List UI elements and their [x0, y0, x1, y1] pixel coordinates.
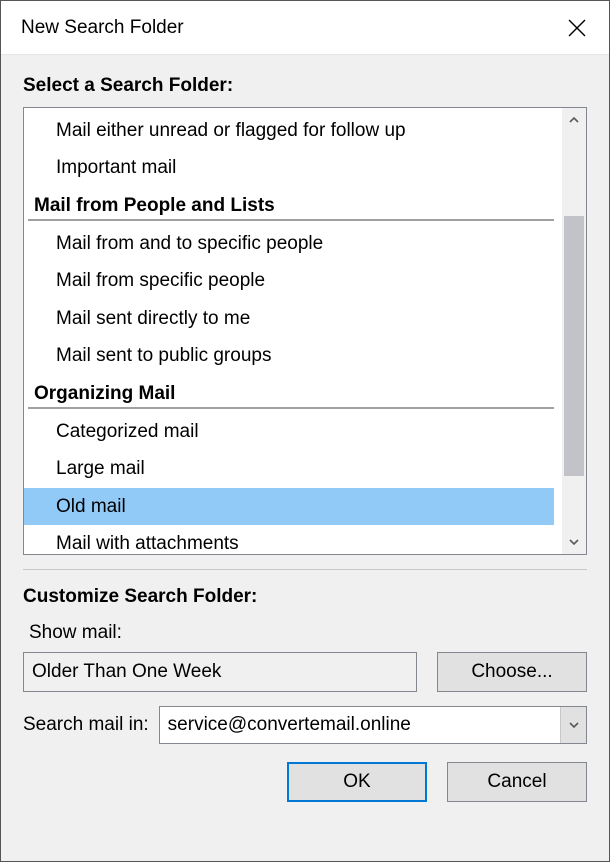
- dialog-button-row: OK Cancel: [23, 762, 587, 802]
- chevron-down-icon: [568, 719, 580, 731]
- show-mail-text: Older Than One Week: [32, 661, 221, 683]
- list-item[interactable]: Mail from specific people: [24, 262, 554, 299]
- show-mail-value: Older Than One Week: [23, 652, 417, 692]
- combo-dropdown-button[interactable]: [560, 707, 586, 743]
- separator: [23, 569, 587, 570]
- chevron-up-icon: [568, 114, 580, 126]
- cancel-button[interactable]: Cancel: [447, 762, 587, 802]
- folder-listbox: Mail either unread or flagged for follow…: [23, 107, 587, 555]
- list-category-header: Organizing Mail: [28, 381, 554, 409]
- cancel-button-label: Cancel: [487, 771, 546, 793]
- scrollbar[interactable]: [562, 108, 586, 554]
- scroll-down-button[interactable]: [562, 530, 586, 554]
- scrollbar-track[interactable]: [562, 132, 586, 530]
- list-item[interactable]: Mail with attachments: [24, 525, 554, 554]
- chevron-down-icon: [568, 536, 580, 548]
- search-in-value: service@convertemail.online: [160, 714, 560, 736]
- show-mail-row: Older Than One Week Choose...: [23, 652, 587, 692]
- search-in-row: Search mail in: service@convertemail.onl…: [23, 706, 587, 744]
- list-item[interactable]: Mail from and to specific people: [24, 225, 554, 262]
- list-item[interactable]: Mail sent to public groups: [24, 337, 554, 374]
- close-button[interactable]: [563, 14, 591, 42]
- list-item[interactable]: Old mail: [24, 488, 554, 525]
- titlebar: New Search Folder: [1, 1, 609, 55]
- select-folder-label: Select a Search Folder:: [23, 75, 587, 97]
- folder-list[interactable]: Mail either unread or flagged for follow…: [24, 108, 562, 554]
- close-icon: [567, 18, 587, 38]
- new-search-folder-dialog: New Search Folder Select a Search Folder…: [0, 0, 610, 862]
- show-mail-label: Show mail:: [29, 622, 587, 644]
- search-in-combo[interactable]: service@convertemail.online: [159, 706, 587, 744]
- ok-button[interactable]: OK: [287, 762, 427, 802]
- scroll-up-button[interactable]: [562, 108, 586, 132]
- list-category-header: Mail from People and Lists: [28, 193, 554, 221]
- choose-button-label: Choose...: [471, 661, 552, 683]
- search-in-label: Search mail in:: [23, 714, 149, 736]
- list-item[interactable]: Large mail: [24, 450, 554, 487]
- list-item[interactable]: Categorized mail: [24, 413, 554, 450]
- dialog-title: New Search Folder: [21, 17, 184, 39]
- list-item[interactable]: Important mail: [24, 149, 554, 186]
- choose-button[interactable]: Choose...: [437, 652, 587, 692]
- dialog-body: Select a Search Folder: Mail either unre…: [1, 55, 609, 861]
- ok-button-label: OK: [343, 771, 370, 793]
- list-item[interactable]: Mail sent directly to me: [24, 300, 554, 337]
- scrollbar-thumb[interactable]: [564, 216, 584, 476]
- list-item[interactable]: Mail either unread or flagged for follow…: [24, 112, 554, 149]
- customize-label: Customize Search Folder:: [23, 586, 587, 608]
